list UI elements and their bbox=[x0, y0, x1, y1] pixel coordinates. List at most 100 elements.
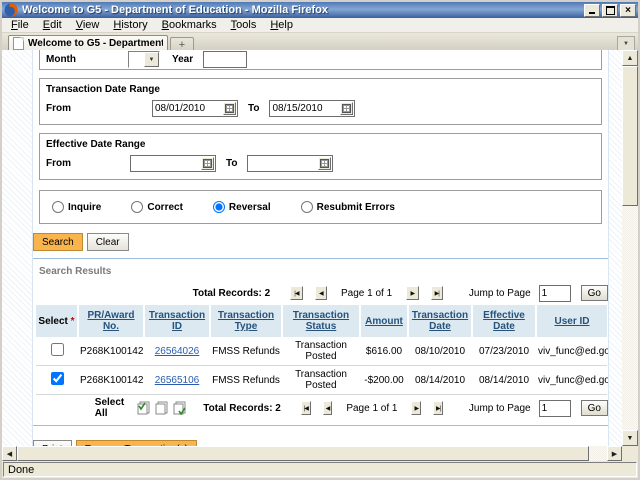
last-page-icon: ▶| bbox=[436, 405, 440, 412]
menu-item-tools[interactable]: Tools bbox=[224, 19, 264, 31]
calendar-button[interactable] bbox=[318, 157, 331, 170]
clear-button[interactable]: Clear bbox=[87, 233, 129, 251]
row-select-checkbox[interactable] bbox=[51, 343, 64, 356]
transaction-id-link[interactable]: 26564026 bbox=[155, 346, 200, 357]
menubar: File Edit View History Bookmarks Tools H… bbox=[2, 18, 638, 33]
first-page-button[interactable]: |◀ bbox=[301, 401, 311, 415]
calendar-button[interactable] bbox=[223, 102, 236, 115]
window-title: Welcome to G5 - Department of Education … bbox=[22, 4, 582, 16]
deselect-all-icon[interactable] bbox=[154, 401, 169, 415]
transaction-from-input[interactable] bbox=[153, 103, 223, 114]
firefox-icon bbox=[4, 3, 18, 17]
effective-from-input[interactable] bbox=[131, 158, 201, 169]
cell-transaction-type: FMSS Refunds bbox=[210, 337, 282, 366]
pagination-bottom: Select All bbox=[33, 398, 608, 418]
from-label: From bbox=[46, 103, 152, 114]
calendar-button[interactable] bbox=[201, 157, 214, 170]
menu-item-history[interactable]: History bbox=[106, 19, 154, 31]
table-row: P268K100142 26564026 FMSS Refunds Transa… bbox=[36, 337, 607, 366]
scroll-track[interactable] bbox=[589, 446, 607, 461]
effective-to-input[interactable] bbox=[248, 158, 318, 169]
transaction-from-field bbox=[152, 100, 238, 117]
mode-option-reversal: Reversal bbox=[213, 201, 271, 213]
row-select-checkbox[interactable] bbox=[51, 372, 64, 385]
vertical-scrollbar[interactable]: ▲ ▼ bbox=[622, 50, 638, 446]
mode-option-inquire: Inquire bbox=[52, 201, 101, 213]
results-table: Select * PR/Award No. Transaction ID Tra… bbox=[36, 305, 607, 395]
column-header-transaction-id: Transaction ID bbox=[144, 305, 210, 337]
chevron-down-icon: ▼ bbox=[623, 41, 629, 47]
to-label: To bbox=[226, 158, 237, 169]
scroll-down-button[interactable]: ▼ bbox=[622, 430, 638, 446]
scroll-down-icon: ▼ bbox=[627, 435, 634, 442]
vertical-scroll-thumb[interactable] bbox=[622, 66, 638, 206]
scroll-up-button[interactable]: ▲ bbox=[622, 50, 638, 66]
last-page-button[interactable]: ▶| bbox=[431, 286, 443, 300]
select-all-on-page-icon[interactable] bbox=[136, 401, 151, 415]
correct-label: Correct bbox=[147, 202, 183, 213]
column-header-pr-award-no: PR/Award No. bbox=[78, 305, 144, 337]
correct-radio[interactable] bbox=[131, 201, 143, 213]
year-input[interactable] bbox=[203, 51, 247, 68]
inquire-label: Inquire bbox=[68, 202, 101, 213]
horizontal-scroll-thumb[interactable] bbox=[17, 446, 589, 461]
cell-user-id: viv_func@ed.gov bbox=[536, 366, 607, 395]
scroll-right-button[interactable]: ▶ bbox=[607, 446, 622, 461]
first-page-button[interactable]: |◀ bbox=[290, 286, 302, 300]
window-titlebar: Welcome to G5 - Department of Education … bbox=[2, 2, 638, 18]
list-tabs-button[interactable]: ▼ bbox=[617, 36, 635, 51]
browser-viewport: Month ▼ Year Transaction Date Range From… bbox=[2, 50, 638, 446]
browser-window: Welcome to G5 - Department of Education … bbox=[0, 0, 640, 480]
maximize-button[interactable] bbox=[602, 4, 618, 17]
table-row: P268K100142 26565106 FMSS Refunds Transa… bbox=[36, 366, 607, 395]
prev-page-button[interactable]: ◀ bbox=[323, 401, 333, 415]
resubmit-errors-radio[interactable] bbox=[301, 201, 313, 213]
cell-amount: $616.00 bbox=[360, 337, 408, 366]
from-label: From bbox=[46, 158, 130, 169]
menu-item-view[interactable]: View bbox=[69, 19, 107, 31]
transaction-id-link[interactable]: 26565106 bbox=[155, 375, 200, 386]
scrollbar-corner bbox=[622, 446, 638, 461]
close-button[interactable]: × bbox=[620, 4, 636, 17]
cell-effective-date: 08/14/2010 bbox=[472, 366, 536, 395]
prev-page-button[interactable]: ◀ bbox=[315, 286, 327, 300]
cell-user-id: viv_func@ed.gov bbox=[536, 337, 607, 366]
cell-transaction-status: Transaction Posted bbox=[282, 337, 360, 366]
jump-to-page-label: Jump to Page bbox=[469, 403, 531, 414]
inquire-radio[interactable] bbox=[52, 201, 64, 213]
next-page-button[interactable]: ▶ bbox=[406, 286, 418, 300]
go-button[interactable]: Go bbox=[581, 285, 608, 301]
new-tab-button[interactable]: + bbox=[170, 37, 194, 51]
active-tab[interactable]: Welcome to G5 - Department of Edu... bbox=[8, 35, 168, 51]
transaction-date-range-section: Transaction Date Range From To bbox=[39, 78, 602, 125]
restore-icon bbox=[606, 6, 615, 15]
column-header-transaction-type: Transaction Type bbox=[210, 305, 282, 337]
scroll-right-icon: ▶ bbox=[612, 450, 617, 458]
calendar-icon bbox=[342, 104, 351, 113]
scroll-left-button[interactable]: ◀ bbox=[2, 446, 17, 461]
column-header-transaction-status: Transaction Status bbox=[282, 305, 360, 337]
jump-to-page-input[interactable] bbox=[539, 400, 571, 417]
last-page-button[interactable]: ▶| bbox=[433, 401, 443, 415]
month-select[interactable]: ▼ bbox=[128, 51, 160, 68]
menu-item-edit[interactable]: Edit bbox=[36, 19, 69, 31]
next-page-button[interactable]: ▶ bbox=[411, 401, 421, 415]
status-bar: Done bbox=[2, 461, 638, 478]
horizontal-scrollbar[interactable]: ◀ ▶ bbox=[2, 446, 638, 461]
select-all-pages-icon[interactable] bbox=[172, 401, 187, 415]
mode-option-correct: Correct bbox=[131, 201, 183, 213]
calendar-button[interactable] bbox=[340, 102, 353, 115]
go-button[interactable]: Go bbox=[581, 400, 608, 416]
section-title: Effective Date Range bbox=[46, 139, 595, 150]
jump-to-page-input[interactable] bbox=[539, 285, 571, 302]
menu-item-file[interactable]: File bbox=[4, 19, 36, 31]
next-page-icon: ▶ bbox=[415, 405, 419, 412]
search-button[interactable]: Search bbox=[33, 233, 83, 251]
menu-item-bookmarks[interactable]: Bookmarks bbox=[155, 19, 224, 31]
reversal-radio[interactable] bbox=[213, 201, 225, 213]
cell-transaction-status: Transaction Posted bbox=[282, 366, 360, 395]
menu-item-help[interactable]: Help bbox=[263, 19, 300, 31]
transaction-to-input[interactable] bbox=[270, 103, 340, 114]
page-icon bbox=[13, 37, 24, 50]
minimize-button[interactable] bbox=[584, 4, 600, 17]
